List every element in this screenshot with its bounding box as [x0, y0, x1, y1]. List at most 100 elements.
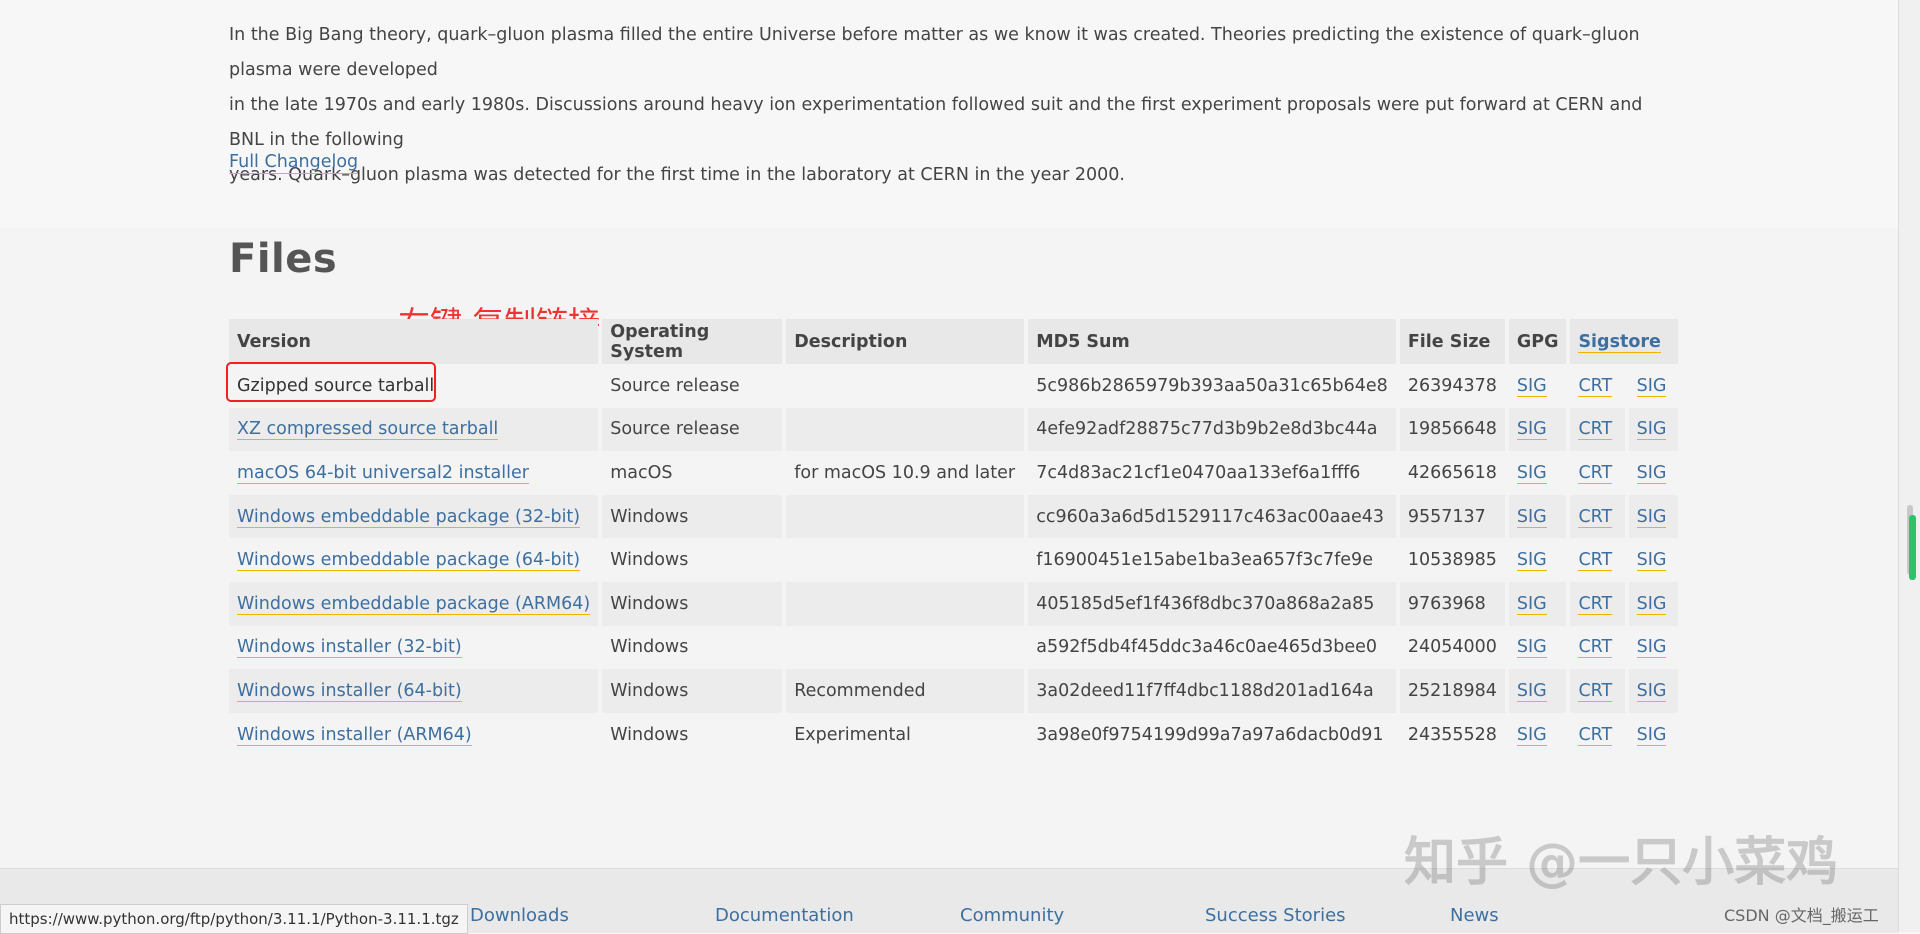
- file-size-value: 26394378: [1407, 375, 1497, 396]
- table-row: XZ compressed source tarball Source relea…: [229, 407, 1679, 452]
- version-link-cell: Windows installer (ARM64): [229, 712, 599, 757]
- os-value: Source release: [610, 375, 740, 396]
- full-changelog-link[interactable]: Full Changelog: [229, 151, 359, 174]
- os-value-cell: macOS: [602, 451, 783, 495]
- description-value: for macOS 10.9 and later: [794, 462, 1016, 483]
- sigstore-sig-link[interactable]: SIG: [1636, 637, 1667, 659]
- file-size-value-cell: 24054000: [1399, 625, 1505, 670]
- sigstore-crt-link-cell: CRT: [1570, 494, 1625, 539]
- sigstore-crt-link[interactable]: CRT: [1578, 724, 1613, 746]
- os-value: Source release: [610, 419, 740, 440]
- file-size-value: 25218984: [1407, 680, 1497, 701]
- gpg-sig-link[interactable]: SIG: [1516, 419, 1547, 441]
- file-size-value-cell: 10538985: [1399, 538, 1505, 582]
- scroll-indicator: [1909, 515, 1916, 580]
- md5-value: 5c986b2865979b393aa50a31c65b64e8: [1036, 375, 1388, 396]
- sigstore-crt-link[interactable]: CRT: [1578, 375, 1613, 397]
- version-link[interactable]: Windows installer (64-bit): [237, 680, 462, 702]
- gpg-sig-link-cell: SIG: [1508, 451, 1567, 495]
- md5-value-cell: 3a02deed11f7ff4dbc1188d201ad164a: [1028, 669, 1396, 713]
- file-size-value: 24054000: [1407, 637, 1497, 658]
- md5-value: cc960a3a6d5d1529117c463ac00aae43: [1036, 506, 1384, 527]
- md5-value: a592f5db4f45ddc3a46c0ae465d3bee0: [1036, 637, 1378, 658]
- gpg-sig-link-cell: SIG: [1508, 625, 1567, 670]
- version-link[interactable]: Windows embeddable package (32-bit): [237, 506, 581, 528]
- os-value: Windows: [610, 550, 689, 571]
- md5-value-cell: cc960a3a6d5d1529117c463ac00aae43: [1028, 494, 1396, 539]
- sigstore-sig-link-cell: SIG: [1628, 494, 1679, 539]
- version-link[interactable]: XZ compressed source tarball: [237, 419, 499, 441]
- version-link[interactable]: Windows installer (32-bit): [237, 637, 462, 659]
- status-bar-url: https://www.python.org/ftp/python/3.11.1…: [0, 904, 468, 934]
- footer-link-success-stories[interactable]: Success Stories: [1205, 905, 1346, 926]
- files-table: Version Operating System Description MD5…: [225, 319, 1682, 757]
- sigstore-crt-link-cell: CRT: [1570, 669, 1625, 713]
- os-value-cell: Windows: [602, 538, 783, 582]
- version-link[interactable]: macOS 64-bit universal2 installer: [237, 462, 529, 484]
- os-value-cell: Windows: [602, 669, 783, 713]
- gpg-sig-link[interactable]: SIG: [1516, 724, 1547, 746]
- sigstore-link[interactable]: Sigstore: [1578, 331, 1661, 353]
- version-link[interactable]: Gzipped source tarball: [237, 376, 434, 396]
- description-value: Recommended: [794, 680, 926, 701]
- gpg-sig-link[interactable]: SIG: [1516, 637, 1547, 659]
- gpg-sig-link[interactable]: SIG: [1516, 593, 1547, 615]
- gpg-sig-link[interactable]: SIG: [1516, 680, 1547, 702]
- gpg-sig-link-cell: SIG: [1508, 364, 1567, 408]
- sigstore-sig-link[interactable]: SIG: [1636, 375, 1667, 397]
- version-link[interactable]: Windows embeddable package (64-bit): [237, 550, 581, 572]
- md5-value: 3a98e0f9754199d99a7a97a6dacb0d91: [1036, 724, 1384, 745]
- footer-link-news[interactable]: News: [1450, 905, 1499, 926]
- page-content: In the Big Bang theory, quark–gluon plas…: [0, 0, 1898, 934]
- os-value-cell: Windows: [602, 494, 783, 539]
- sigstore-sig-link[interactable]: SIG: [1636, 593, 1667, 615]
- intro-line: in the late 1970s and early 1980s. Discu…: [229, 95, 1643, 150]
- table-row: Windows embeddable package (ARM64) Window…: [229, 581, 1679, 626]
- sigstore-sig-link-cell: SIG: [1628, 669, 1679, 713]
- footer-link-documentation[interactable]: Documentation: [715, 905, 854, 926]
- footer-link-community[interactable]: Community: [960, 905, 1064, 926]
- files-heading: Files: [229, 236, 338, 282]
- version-link[interactable]: Windows embeddable package (ARM64): [237, 593, 591, 615]
- sigstore-crt-link[interactable]: CRT: [1578, 637, 1613, 659]
- sigstore-crt-link[interactable]: CRT: [1578, 593, 1613, 615]
- sigstore-sig-link-cell: SIG: [1628, 538, 1679, 582]
- gpg-sig-link-cell: SIG: [1508, 712, 1567, 757]
- gpg-sig-link[interactable]: SIG: [1516, 375, 1547, 397]
- gpg-sig-link[interactable]: SIG: [1516, 506, 1547, 528]
- file-size-value: 19856648: [1407, 419, 1497, 440]
- footer-link-downloads[interactable]: Downloads: [470, 905, 569, 926]
- sigstore-crt-link[interactable]: CRT: [1578, 550, 1613, 572]
- description-value-cell: for macOS 10.9 and later: [786, 451, 1025, 495]
- gpg-sig-link[interactable]: SIG: [1516, 550, 1547, 572]
- sigstore-crt-link[interactable]: CRT: [1578, 506, 1613, 528]
- version-link[interactable]: Windows installer (ARM64): [237, 724, 472, 746]
- vertical-scrollbar[interactable]: [1898, 0, 1920, 932]
- header-sigstore[interactable]: Sigstore: [1570, 319, 1679, 364]
- file-size-value-cell: 9763968: [1399, 581, 1505, 626]
- md5-value-cell: 4efe92adf28875c77d3b9b2e8d3bc44a: [1028, 407, 1396, 452]
- file-size-value-cell: 24355528: [1399, 712, 1505, 757]
- sigstore-sig-link[interactable]: SIG: [1636, 419, 1667, 441]
- gpg-sig-link[interactable]: SIG: [1516, 462, 1547, 484]
- sigstore-sig-link[interactable]: SIG: [1636, 506, 1667, 528]
- os-value-cell: Source release: [602, 364, 783, 408]
- description-value-cell: [786, 494, 1025, 539]
- sigstore-sig-link[interactable]: SIG: [1636, 680, 1667, 702]
- sigstore-sig-link[interactable]: SIG: [1636, 462, 1667, 484]
- intro-line: years. Quark–gluon plasma was detected f…: [229, 165, 1125, 185]
- sigstore-sig-link-cell: SIG: [1628, 407, 1679, 452]
- version-link-cell: Windows installer (64-bit): [229, 669, 599, 713]
- sigstore-crt-link-cell: CRT: [1570, 712, 1625, 757]
- md5-value-cell: 5c986b2865979b393aa50a31c65b64e8: [1028, 364, 1396, 408]
- sigstore-crt-link[interactable]: CRT: [1578, 419, 1613, 441]
- sigstore-crt-link[interactable]: CRT: [1578, 680, 1613, 702]
- sigstore-crt-link[interactable]: CRT: [1578, 462, 1613, 484]
- os-value: Windows: [610, 680, 689, 701]
- credit-text: CSDN @文档_搬运工: [1724, 906, 1879, 925]
- os-value-cell: Source release: [602, 407, 783, 452]
- sigstore-sig-link[interactable]: SIG: [1636, 550, 1667, 572]
- description-value-cell: [786, 407, 1025, 452]
- intro-text: In the Big Bang theory, quark–gluon plas…: [229, 18, 1669, 193]
- sigstore-sig-link[interactable]: SIG: [1636, 724, 1667, 746]
